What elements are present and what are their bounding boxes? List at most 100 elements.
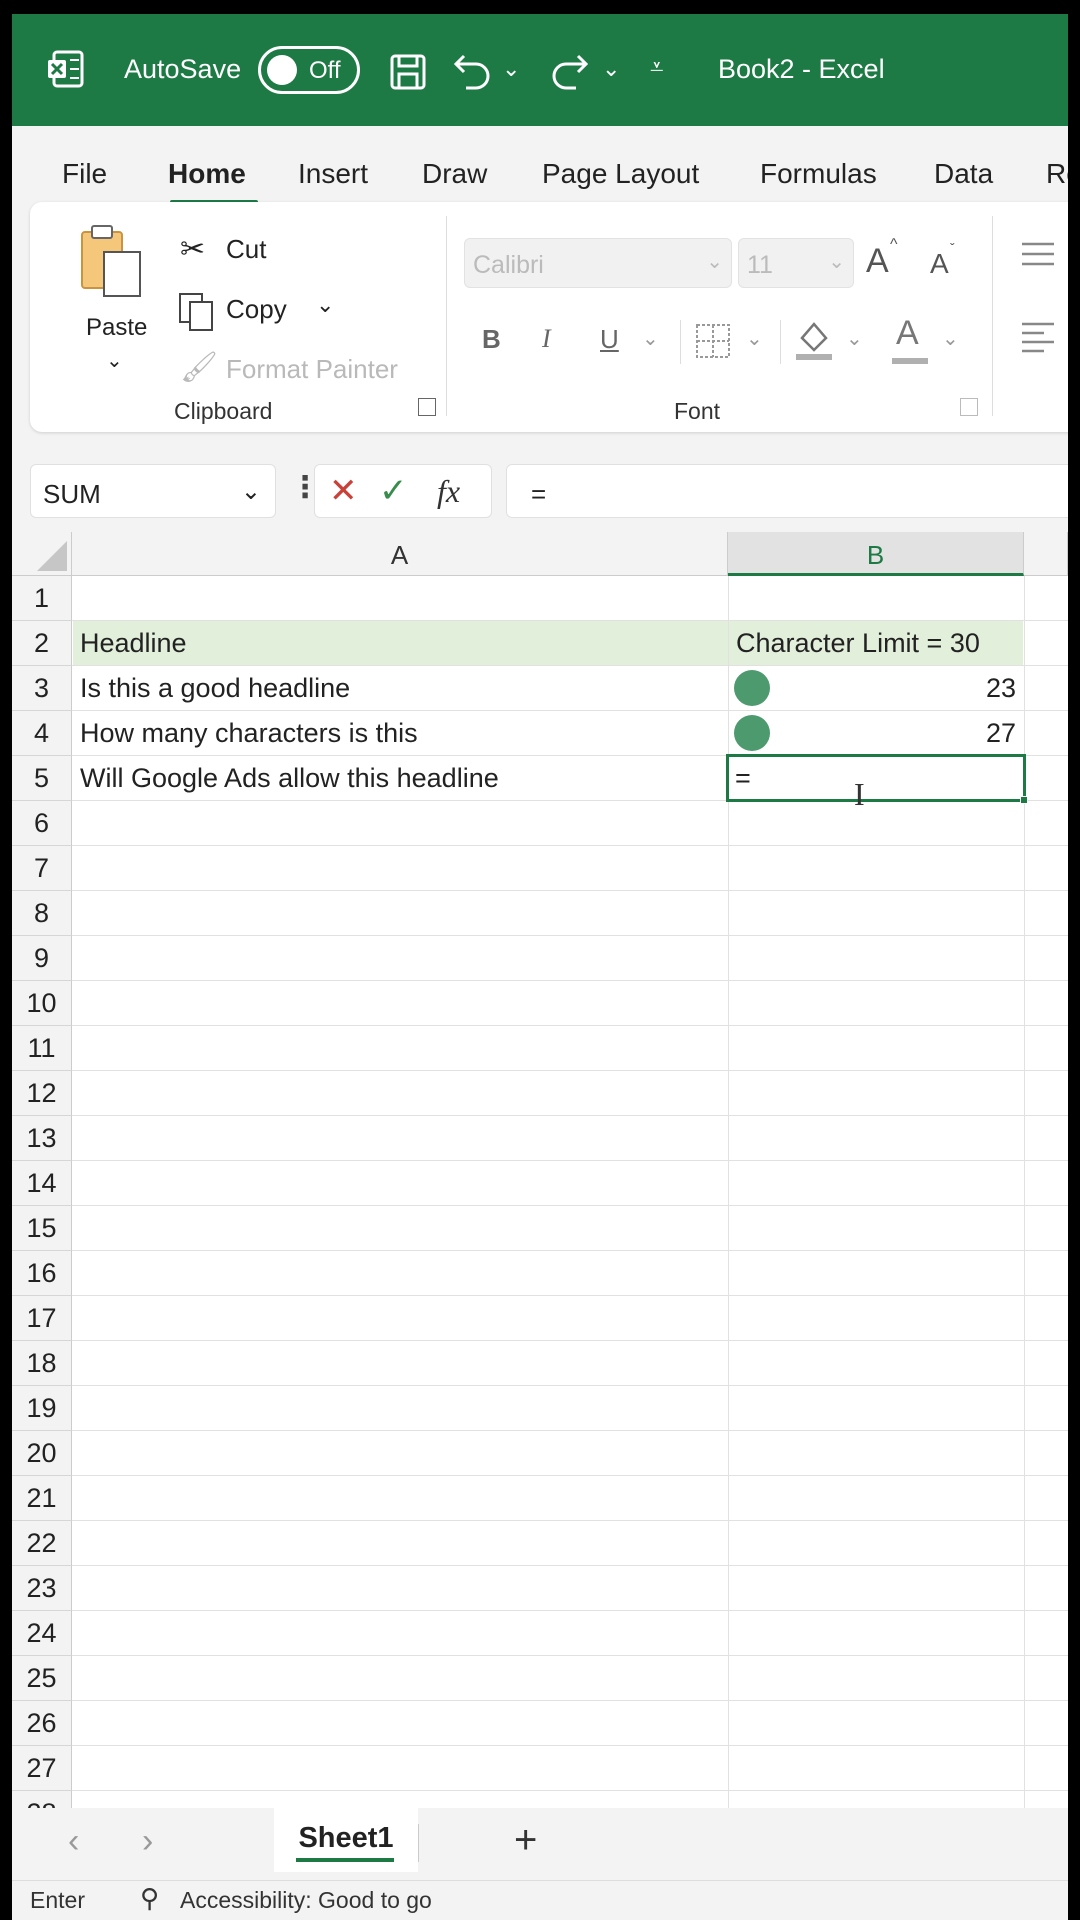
row-header[interactable]: 11 (12, 1026, 72, 1071)
shrink-font-icon[interactable]: A (930, 248, 949, 280)
font-color-dropdown-icon[interactable]: ⌄ (942, 326, 959, 351)
borders-dropdown-icon[interactable]: ⌄ (746, 326, 763, 351)
insert-function-icon[interactable]: fx (437, 473, 460, 510)
row-header[interactable]: 19 (12, 1386, 72, 1431)
font-size-select[interactable]: 11 ⌄ (738, 238, 854, 288)
undo-dropdown-icon[interactable]: ⌄ (502, 56, 520, 82)
row-header[interactable]: 28 (12, 1791, 72, 1808)
underline-dropdown-icon[interactable]: ⌄ (642, 326, 659, 351)
format-painter-button[interactable]: Format Painter (226, 354, 398, 385)
shrink-caret-icon: ˇ (950, 240, 955, 256)
row-header[interactable]: 1 (12, 576, 72, 621)
paste-dropdown-icon[interactable]: ⌄ (106, 348, 123, 373)
tab-draw[interactable]: Draw (422, 158, 487, 190)
tab-page-layout[interactable]: Page Layout (542, 158, 699, 190)
row-header[interactable]: 4 (12, 711, 72, 756)
enter-check-icon[interactable]: ✓ (379, 471, 408, 511)
bold-button[interactable]: B (482, 324, 501, 355)
row-header[interactable]: 15 (12, 1206, 72, 1251)
cell-b3[interactable]: 23 (986, 673, 1016, 704)
row-header[interactable]: 21 (12, 1476, 72, 1521)
autosave-toggle[interactable]: Off (258, 46, 360, 94)
row-header[interactable]: 10 (12, 981, 72, 1026)
row-header[interactable]: 5 (12, 756, 72, 801)
copy-icon[interactable] (178, 292, 218, 332)
name-box[interactable]: SUM ⌄ (30, 464, 276, 518)
accessibility-status[interactable]: Accessibility: Good to go (180, 1887, 432, 1914)
grow-font-icon[interactable]: A (866, 242, 889, 281)
cut-button[interactable]: Cut (226, 234, 266, 265)
font-color-icon[interactable]: A (896, 314, 919, 353)
copy-dropdown-icon[interactable]: ⌄ (316, 292, 334, 318)
tab-insert[interactable]: Insert (298, 158, 368, 190)
redo-icon[interactable] (546, 50, 590, 90)
row-header[interactable]: 20 (12, 1431, 72, 1476)
active-cell-b5[interactable]: = (726, 754, 1026, 802)
undo-icon[interactable] (452, 50, 496, 90)
row-header[interactable]: 2 (12, 621, 72, 666)
font-launcher-icon[interactable] (960, 398, 978, 416)
column-header-c[interactable] (1024, 532, 1068, 576)
cell-b2[interactable]: Character Limit = 30 (736, 628, 980, 659)
cell-a5[interactable]: Will Google Ads allow this headline (80, 763, 499, 794)
format-painter-icon[interactable]: 🖌 (180, 350, 218, 385)
paste-icon[interactable] (78, 222, 148, 302)
row-header[interactable]: 12 (12, 1071, 72, 1116)
cancel-icon[interactable]: ✕ (329, 471, 358, 511)
save-icon[interactable] (388, 52, 428, 92)
select-all-button[interactable] (12, 532, 72, 576)
fill-color-dropdown-icon[interactable]: ⌄ (846, 326, 863, 351)
tab-formulas[interactable]: Formulas (760, 158, 877, 190)
accessibility-icon[interactable]: ⚲ (140, 1883, 159, 1914)
row-header[interactable]: 24 (12, 1611, 72, 1656)
fill-color-icon[interactable] (794, 318, 834, 362)
column-header-b[interactable]: B (728, 532, 1024, 576)
row-header[interactable]: 8 (12, 891, 72, 936)
row-header[interactable]: 16 (12, 1251, 72, 1296)
tab-data[interactable]: Data (934, 158, 993, 190)
tab-home[interactable]: Home (168, 158, 246, 190)
row-header[interactable]: 26 (12, 1701, 72, 1746)
scroll-sheets-left-icon[interactable]: ‹ (68, 1822, 79, 1861)
borders-icon[interactable] (694, 322, 732, 360)
row-header[interactable]: 18 (12, 1341, 72, 1386)
row-header[interactable]: 17 (12, 1296, 72, 1341)
row-header[interactable]: 25 (12, 1656, 72, 1701)
formula-input[interactable]: = (506, 464, 1068, 518)
scroll-sheets-right-icon[interactable]: › (142, 1822, 153, 1861)
row-header[interactable]: 3 (12, 666, 72, 711)
column-header-a[interactable]: A (72, 532, 728, 576)
row-header[interactable]: 14 (12, 1161, 72, 1206)
row-divider (72, 1070, 1068, 1071)
row-header[interactable]: 6 (12, 801, 72, 846)
cell-a4[interactable]: How many characters is this (80, 718, 418, 749)
italic-button[interactable]: I (542, 324, 551, 354)
sheet-tab-sheet1[interactable]: Sheet1 (274, 1808, 418, 1872)
row-divider (72, 1475, 1068, 1476)
row-header[interactable]: 13 (12, 1116, 72, 1161)
customize-toolbar-icon[interactable]: ⩡ (650, 54, 664, 82)
row-header[interactable]: 9 (12, 936, 72, 981)
chevron-down-icon[interactable]: ⌄ (241, 477, 261, 506)
cell-a2[interactable]: Headline (80, 628, 187, 659)
row-divider (72, 1430, 1068, 1431)
cell-b4[interactable]: 27 (986, 718, 1016, 749)
fill-handle[interactable] (1020, 796, 1028, 804)
tab-file[interactable]: File (62, 158, 107, 190)
row-header[interactable]: 22 (12, 1521, 72, 1566)
underline-button[interactable]: U (600, 324, 619, 355)
row-header[interactable]: 27 (12, 1746, 72, 1791)
copy-button[interactable]: Copy (226, 294, 287, 325)
paste-label[interactable]: Paste (86, 314, 147, 342)
row-header[interactable]: 23 (12, 1566, 72, 1611)
add-sheet-button[interactable]: + (514, 1818, 537, 1863)
align-left-icon[interactable] (1020, 320, 1056, 354)
font-name-select[interactable]: Calibri ⌄ (464, 238, 732, 288)
row-header[interactable]: 7 (12, 846, 72, 891)
cell-a3[interactable]: Is this a good headline (80, 673, 350, 704)
clipboard-launcher-icon[interactable] (418, 398, 436, 416)
tab-review[interactable]: Re (1046, 158, 1068, 190)
cut-icon[interactable]: ✂ (180, 232, 205, 267)
align-top-icon[interactable] (1020, 240, 1056, 270)
redo-dropdown-icon[interactable]: ⌄ (602, 56, 620, 82)
